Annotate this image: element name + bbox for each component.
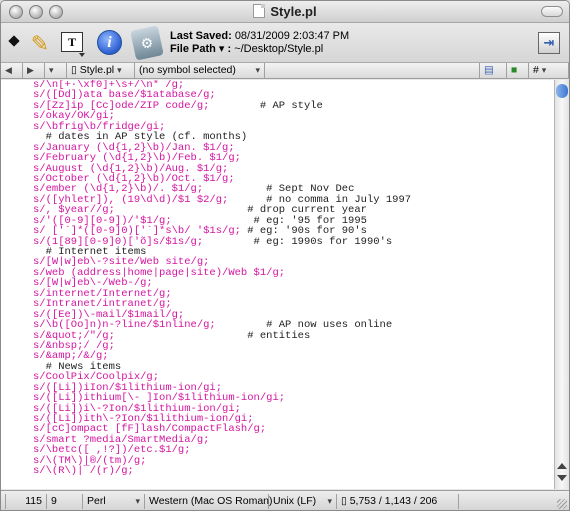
title-bar: Style.pl [1, 1, 569, 23]
file-path-label[interactable]: File Path ▾ : [170, 43, 231, 55]
markers-icon: ▤ [484, 64, 494, 76]
split-window-icon[interactable]: ⇥ [538, 32, 560, 54]
symbol-selector[interactable]: (no symbol selected) ▾ [135, 63, 265, 79]
pencil-icon[interactable]: ✎ [27, 31, 53, 57]
file-path-value: ~/Desktop/Style.pl [234, 43, 324, 55]
vertical-scrollbar[interactable] [554, 80, 569, 489]
toolbar-toggle-button[interactable] [541, 6, 563, 17]
document-stats[interactable]: ▯ 5,753 / 1,143 / 206 [337, 494, 459, 509]
comment-text: # entities [114, 329, 311, 342]
status-bar: 115 9 Perl ▾ Western (Mac OS Roman) ▾ Un… [1, 490, 569, 510]
scroll-down-icon[interactable] [557, 475, 567, 481]
file-selector[interactable]: ▯ Style.pl ▾ [67, 63, 135, 79]
document-icon: ▯ [71, 64, 77, 76]
comment-text: # AP style [209, 99, 323, 112]
window-title: Style.pl [1, 4, 569, 19]
language-menu[interactable]: Perl ▾ [83, 494, 145, 509]
comment-text: # eg: 1990s for 1990's [203, 235, 393, 248]
forward-button[interactable]: ▶ [23, 63, 45, 79]
resize-grip-icon[interactable] [557, 499, 567, 509]
document-icon [253, 4, 266, 18]
wrench-icon[interactable]: ⚙ [130, 25, 164, 61]
text-options-icon[interactable]: T [61, 32, 83, 52]
regex-text: s/\(R\)|¯/(r)/g; [33, 465, 134, 478]
diamond-icon[interactable] [8, 35, 20, 47]
code-area[interactable]: s/\n[+·\xf0]+\s+/\n* /g; s/([Dd])ata base… [33, 80, 411, 477]
last-saved-value: 08/31/2009 2:03:47 PM [234, 30, 350, 42]
back-button[interactable]: ◀ [1, 63, 23, 79]
file-info: Last Saved: 08/31/2009 2:03:47 PM File P… [170, 30, 349, 56]
editor-window: Style.pl ✎ T i ⚙ Last Saved: 08/31/2009 … [0, 0, 570, 511]
text-editor[interactable]: s/\n[+·\xf0]+\s+/\n* /g; s/([Dd])ata base… [1, 80, 554, 489]
line-endings-menu[interactable]: Unix (LF) ▾ [269, 494, 337, 509]
counterpart-icon: ■ [511, 64, 518, 76]
document-icon: ▯ [341, 495, 347, 507]
hash-icon: # [533, 64, 539, 76]
toolbar: ✎ T i ⚙ Last Saved: 08/31/2009 2:03:47 P… [1, 23, 569, 63]
file-menu-button[interactable]: ▾ [45, 63, 67, 79]
last-saved-label: Last Saved: [170, 30, 232, 42]
encoding-menu[interactable]: Western (Mac OS Roman) ▾ [145, 494, 273, 509]
scroll-thumb[interactable] [556, 84, 568, 98]
hash-menu-button[interactable]: # ▾ [529, 63, 569, 79]
code-line[interactable]: s/\(R\)|¯/(r)/g; [33, 465, 411, 478]
info-icon[interactable]: i [97, 30, 122, 55]
counterpart-button[interactable]: ■ [507, 63, 529, 79]
line-number[interactable]: 115 [5, 494, 47, 509]
scroll-up-icon[interactable] [557, 463, 567, 469]
navigation-bar: ◀ ▶ ▾ ▯ Style.pl ▾ (no symbol selected) … [1, 63, 569, 79]
markers-button[interactable]: ▤ [479, 63, 507, 79]
column-number[interactable]: 9 [47, 494, 83, 509]
chevron-down-icon [79, 53, 85, 57]
